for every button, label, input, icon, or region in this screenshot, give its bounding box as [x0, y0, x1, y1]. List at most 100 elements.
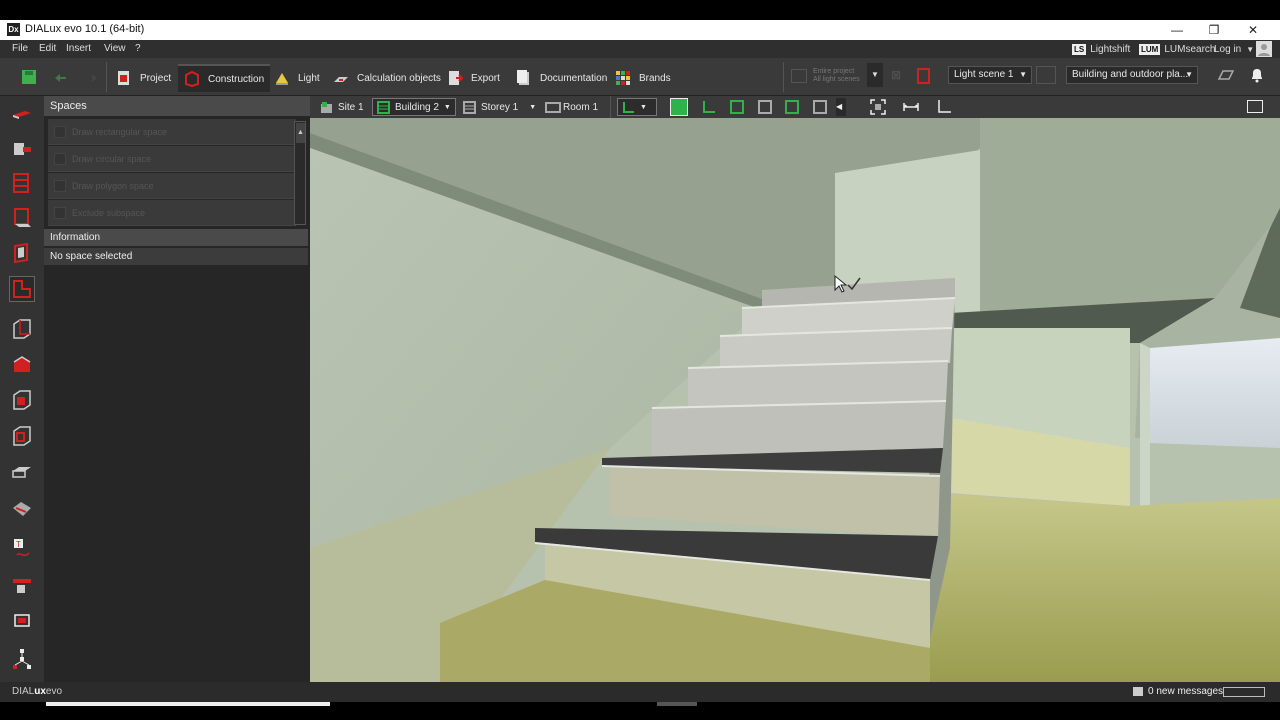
tab-brands[interactable]: Brands	[609, 64, 677, 92]
window-titlebar: Dx DIALux evo 10.1 (64-bit) — ❐ ✕	[0, 20, 1280, 40]
dimension-tool-icon[interactable]	[9, 573, 35, 599]
viewbar-divider	[610, 96, 611, 118]
monitor-icon[interactable]	[1247, 100, 1263, 113]
calculation-objects-icon	[333, 70, 349, 86]
cutout-tool-icon[interactable]	[9, 387, 35, 413]
chevron-down-icon: ▼	[640, 103, 647, 111]
beam-tool-icon[interactable]	[9, 496, 35, 522]
documentation-icon	[516, 70, 532, 86]
tool-strip: T	[0, 96, 44, 682]
viewport-horizontal-scrollbar[interactable]	[657, 702, 697, 706]
notification-bell-icon[interactable]	[1250, 67, 1264, 83]
app-brand: DIALuxevo	[12, 686, 62, 697]
text-label-tool-icon[interactable]: T	[9, 536, 35, 562]
view-other-icon[interactable]	[813, 100, 827, 114]
breadcrumb-building-label: Building 2	[395, 101, 439, 113]
view-3d-solid-icon[interactable]	[670, 98, 688, 116]
tab-construction[interactable]: Construction	[178, 64, 271, 92]
view-mode-value: Building and outdoor pla...	[1072, 69, 1189, 80]
toolbar-divider	[783, 62, 784, 92]
lightshift-icon: LS	[1072, 43, 1087, 55]
light-scene-settings-icon[interactable]	[1036, 66, 1056, 84]
messages-count[interactable]: 0 new messages	[1148, 686, 1223, 697]
spaces-tool-icon[interactable]	[9, 276, 35, 302]
menu-help[interactable]: ?	[135, 43, 141, 54]
stop-calculation-icon[interactable]: ⊠	[891, 68, 905, 84]
storey-building-tool-icon[interactable]	[9, 100, 35, 126]
hierarchy-tool-icon[interactable]	[9, 646, 35, 672]
view-side-icon[interactable]	[758, 100, 772, 114]
menu-file[interactable]: File	[12, 43, 28, 54]
axis-icon[interactable]	[936, 99, 952, 115]
opening-tool-icon[interactable]	[9, 423, 35, 449]
construction-icon	[184, 70, 200, 88]
panel-title: Spaces	[44, 96, 310, 116]
roof-tool-icon[interactable]	[9, 352, 35, 378]
information-header: Information	[44, 229, 308, 246]
room-icon	[545, 101, 561, 114]
delete-results-icon[interactable]	[917, 68, 930, 84]
view-breadcrumb-bar: Site 1 Building 2 ▼ Storey 1 ▼ Room 1 ▼ …	[310, 96, 1280, 118]
tab-light[interactable]: Light	[268, 64, 326, 92]
fit-view-icon[interactable]	[870, 99, 886, 115]
draw-rectangular-space-label: Draw rectangular space	[72, 127, 168, 137]
brands-icon	[615, 70, 631, 86]
chevron-down-icon: ▼	[443, 103, 451, 111]
wall-tool-icon[interactable]	[9, 240, 35, 266]
draw-rectangular-space-button[interactable]: Draw rectangular space	[48, 119, 296, 145]
calculate-dropdown-chevron-icon[interactable]: ▼	[867, 63, 883, 87]
tab-project[interactable]: Project	[110, 64, 177, 92]
menu-insert[interactable]: Insert	[66, 43, 91, 54]
login-label: Log in	[1214, 43, 1242, 55]
exclude-subspace-button[interactable]: Exclude subspace	[48, 200, 296, 226]
image-tool-icon[interactable]	[9, 608, 35, 634]
menu-view[interactable]: View	[104, 43, 126, 54]
save-icon[interactable]	[21, 69, 37, 85]
tab-documentation[interactable]: Documentation	[510, 64, 613, 92]
avatar[interactable]	[1256, 41, 1272, 57]
building-tool-icon[interactable]	[9, 135, 35, 161]
draw-polygon-space-button[interactable]: Draw polygon space	[48, 173, 296, 199]
view-top-icon[interactable]	[702, 100, 716, 114]
view-front-icon[interactable]	[730, 100, 744, 114]
ceiling-tool-icon[interactable]	[9, 316, 35, 342]
scroll-up-icon[interactable]: ▲	[296, 123, 305, 143]
panel-scrollbar[interactable]: ▲	[294, 121, 306, 225]
close-button[interactable]: ✕	[1236, 21, 1270, 39]
menu-edit[interactable]: Edit	[39, 43, 56, 54]
breadcrumb-site-label: Site 1	[338, 101, 364, 113]
panel-horizontal-scrollbar[interactable]	[46, 702, 330, 706]
chevron-left-icon[interactable]: ◀	[836, 98, 846, 116]
minimize-button[interactable]: —	[1160, 21, 1194, 39]
storey-icon	[463, 100, 476, 114]
lightshift-button[interactable]: LS Lightshift	[1072, 41, 1130, 57]
lumsearch-button[interactable]: LUM LUMsearch	[1139, 41, 1215, 57]
light-scene-dropdown[interactable]: Light scene 1 ▼	[948, 66, 1032, 84]
floor-plane-icon[interactable]	[1216, 70, 1235, 80]
3d-viewport[interactable]	[310, 118, 1280, 682]
breadcrumb-building[interactable]: Building 2 ▼	[372, 98, 456, 116]
tab-export-label: Export	[471, 72, 500, 84]
login-button[interactable]: Log in ▼	[1214, 41, 1254, 57]
breadcrumb-site[interactable]: Site 1	[316, 98, 368, 116]
undo-icon[interactable]	[52, 69, 68, 85]
tab-export[interactable]: Export	[441, 64, 506, 92]
view-back-icon[interactable]	[785, 100, 799, 114]
restore-button[interactable]: ❐	[1197, 21, 1231, 39]
view-mode-dropdown[interactable]: Building and outdoor pla... ▼	[1066, 66, 1198, 84]
floor-plan-view-dropdown[interactable]: ▼	[617, 98, 657, 116]
breadcrumb-storey[interactable]: Storey 1 ▼	[459, 98, 540, 116]
app-logo: Dx	[7, 23, 20, 36]
tab-construction-label: Construction	[208, 73, 265, 85]
export-icon	[447, 70, 465, 86]
status-bar: DIALuxevo 0 new messages	[0, 682, 1280, 702]
redo-icon[interactable]	[84, 69, 100, 85]
stairs-tool-icon[interactable]	[9, 461, 35, 487]
room-tool-icon[interactable]	[9, 204, 35, 230]
draw-circular-space-button[interactable]: Draw circular space	[48, 146, 296, 172]
measure-icon[interactable]	[902, 99, 920, 115]
rectangle-icon	[54, 126, 66, 138]
storey-tool-icon[interactable]	[9, 170, 35, 196]
tab-calculation-objects[interactable]: Calculation objects	[327, 64, 447, 92]
breadcrumb-room[interactable]: Room 1	[541, 98, 602, 116]
